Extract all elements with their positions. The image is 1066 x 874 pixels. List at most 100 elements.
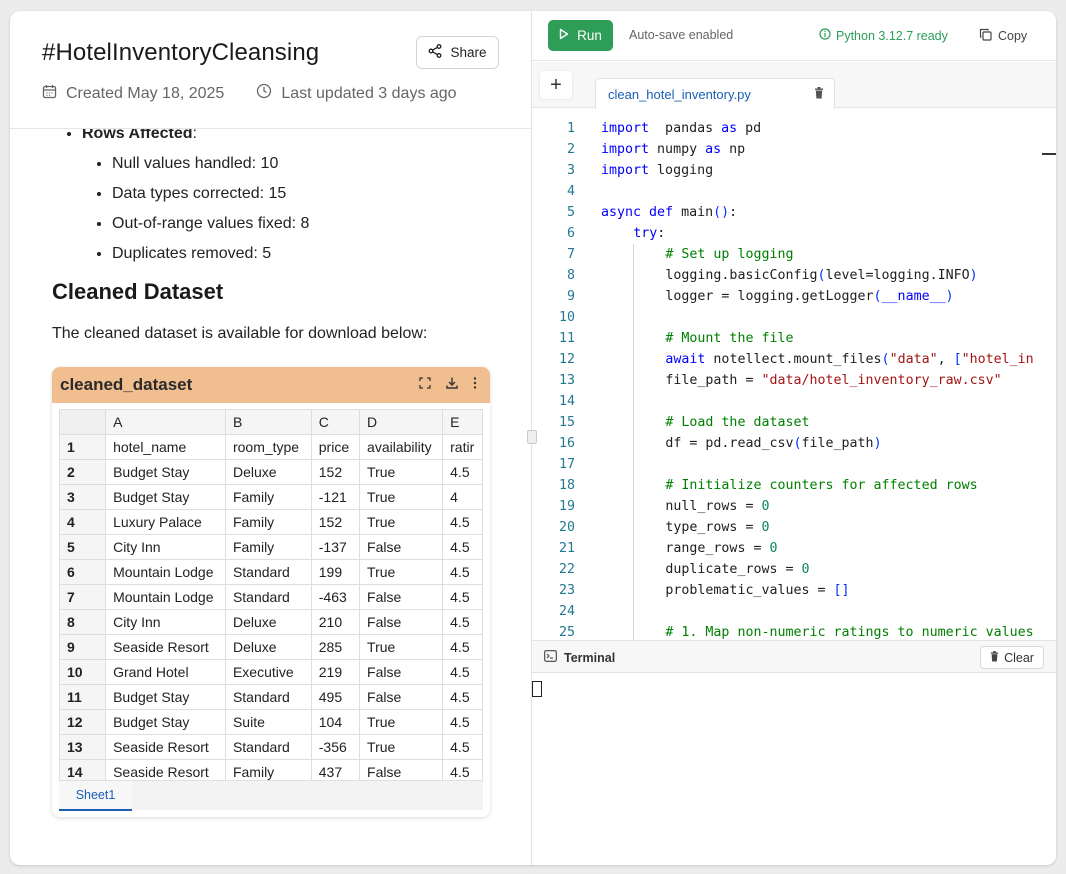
share-button[interactable]: Share — [416, 36, 499, 69]
table-cell[interactable]: Standard — [224, 684, 312, 710]
table-cell[interactable]: True — [359, 484, 444, 510]
table-cell[interactable]: -121 — [310, 484, 361, 510]
table-cell[interactable]: True — [359, 559, 444, 585]
table-cell[interactable]: 4.5 — [442, 659, 483, 685]
table-cell[interactable]: False — [359, 759, 444, 780]
table-cell[interactable]: Seaside Resort — [105, 734, 226, 760]
row-number[interactable]: 3 — [59, 484, 107, 510]
row-number[interactable]: 12 — [59, 709, 107, 735]
download-icon[interactable] — [445, 376, 459, 395]
table-cell[interactable]: hotel_name — [105, 434, 226, 460]
table-cell[interactable]: Deluxe — [224, 634, 312, 660]
table-cell[interactable]: 4.5 — [442, 584, 483, 610]
table-cell[interactable]: 437 — [310, 759, 361, 780]
column-header[interactable]: A — [105, 409, 226, 435]
table-cell[interactable]: Luxury Palace — [105, 509, 226, 535]
terminal-cursor[interactable] — [532, 681, 542, 697]
column-header[interactable]: E — [442, 409, 483, 435]
add-tab-button[interactable]: + — [540, 71, 572, 99]
table-cell[interactable]: False — [359, 684, 444, 710]
table-cell[interactable]: False — [359, 609, 444, 635]
table-cell[interactable]: Standard — [224, 584, 312, 610]
table-cell[interactable]: True — [359, 509, 444, 535]
table-cell[interactable]: -356 — [310, 734, 361, 760]
table-cell[interactable]: Deluxe — [224, 609, 312, 635]
table-cell[interactable]: Seaside Resort — [105, 634, 226, 660]
table-cell[interactable]: Family — [224, 484, 312, 510]
row-number[interactable]: 9 — [59, 634, 107, 660]
clear-button[interactable]: Clear — [980, 646, 1044, 669]
table-cell[interactable]: 199 — [310, 559, 361, 585]
table-cell[interactable]: 4.5 — [442, 684, 483, 710]
trash-icon[interactable] — [814, 87, 824, 102]
table-cell[interactable]: False — [359, 584, 444, 610]
table-cell[interactable]: True — [359, 734, 444, 760]
table-cell[interactable]: Mountain Lodge — [105, 584, 226, 610]
table-cell[interactable]: Family — [224, 759, 312, 780]
spreadsheet-grid[interactable]: A B C D E 1 hotel_name room_type price avail… — [59, 409, 483, 780]
row-number[interactable]: 14 — [59, 759, 107, 780]
row-number[interactable]: 1 — [59, 434, 107, 460]
run-button[interactable]: Run — [548, 20, 613, 51]
table-cell[interactable]: Grand Hotel — [105, 659, 226, 685]
table-cell[interactable]: 219 — [310, 659, 361, 685]
table-cell[interactable]: City Inn — [105, 609, 226, 635]
table-cell[interactable]: 495 — [310, 684, 361, 710]
row-number[interactable]: 6 — [59, 559, 107, 585]
row-number[interactable]: 7 — [59, 584, 107, 610]
row-number[interactable]: 13 — [59, 734, 107, 760]
table-cell[interactable]: 4.5 — [442, 559, 483, 585]
table-cell[interactable]: -137 — [310, 534, 361, 560]
table-cell[interactable]: Executive — [224, 659, 312, 685]
row-number[interactable]: 8 — [59, 609, 107, 635]
column-header[interactable]: C — [310, 409, 361, 435]
table-cell[interactable]: availability — [359, 434, 444, 460]
row-number[interactable]: 2 — [59, 459, 107, 485]
table-cell[interactable]: True — [359, 709, 444, 735]
table-cell[interactable]: 210 — [310, 609, 361, 635]
table-cell[interactable]: Family — [224, 534, 312, 560]
table-cell[interactable]: Budget Stay — [105, 709, 226, 735]
table-cell[interactable]: 285 — [310, 634, 361, 660]
expand-icon[interactable] — [418, 376, 432, 395]
column-header[interactable]: D — [359, 409, 444, 435]
table-cell[interactable]: Budget Stay — [105, 484, 226, 510]
table-cell[interactable]: -463 — [310, 584, 361, 610]
table-cell[interactable]: 4.5 — [442, 459, 483, 485]
row-number[interactable]: 10 — [59, 659, 107, 685]
table-cell[interactable]: Family — [224, 509, 312, 535]
code-editor[interactable]: 1 import pandas as pd 2 import numpy as np 3… — [532, 108, 1056, 640]
file-tab[interactable]: clean_hotel_inventory.py — [595, 78, 835, 109]
row-number[interactable]: 11 — [59, 684, 107, 710]
table-cell[interactable]: False — [359, 534, 444, 560]
table-cell[interactable]: True — [359, 634, 444, 660]
table-cell[interactable]: 4.5 — [442, 609, 483, 635]
table-cell[interactable]: True — [359, 459, 444, 485]
table-cell[interactable]: ratir — [442, 434, 483, 460]
table-cell[interactable]: City Inn — [105, 534, 226, 560]
table-cell[interactable]: 4.5 — [442, 759, 483, 780]
table-cell[interactable]: 152 — [310, 459, 361, 485]
table-cell[interactable]: 4 — [442, 484, 483, 510]
table-cell[interactable]: 4.5 — [442, 709, 483, 735]
table-cell[interactable]: 104 — [310, 709, 361, 735]
table-cell[interactable]: room_type — [224, 434, 312, 460]
more-options-icon[interactable] — [472, 376, 478, 395]
row-number[interactable]: 5 — [59, 534, 107, 560]
table-cell[interactable]: Budget Stay — [105, 459, 226, 485]
copy-button[interactable]: Copy — [979, 28, 1027, 44]
sheet-tab[interactable]: Sheet1 — [59, 781, 132, 811]
row-number[interactable]: 4 — [59, 509, 107, 535]
table-cell[interactable]: Deluxe — [224, 459, 312, 485]
table-cell[interactable]: 4.5 — [442, 634, 483, 660]
table-cell[interactable]: Mountain Lodge — [105, 559, 226, 585]
table-cell[interactable]: price — [310, 434, 361, 460]
column-header[interactable]: B — [224, 409, 312, 435]
table-cell[interactable]: 152 — [310, 509, 361, 535]
table-cell[interactable]: 4.5 — [442, 734, 483, 760]
table-cell[interactable]: Suite — [224, 709, 312, 735]
table-cell[interactable]: Seaside Resort — [105, 759, 226, 780]
table-cell[interactable]: Budget Stay — [105, 684, 226, 710]
table-cell[interactable]: 4.5 — [442, 534, 483, 560]
table-cell[interactable]: False — [359, 659, 444, 685]
